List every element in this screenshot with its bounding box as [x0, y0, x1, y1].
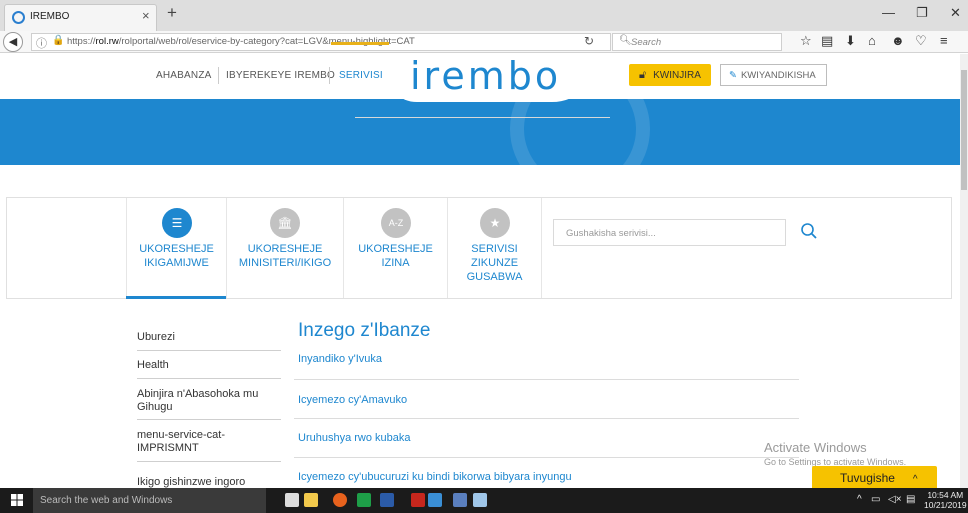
- register-button[interactable]: ✎ KWIYANDIKISHA: [720, 64, 827, 86]
- service-divider: [294, 457, 799, 458]
- tab-label: UKORESHEJE IKIGAMIJWE: [139, 243, 214, 269]
- taskbar-search-input[interactable]: Search the web and Windows: [33, 488, 266, 513]
- info-icon[interactable]: ⓘ: [36, 35, 47, 51]
- volume-icon[interactable]: ◁×: [888, 494, 902, 505]
- hero-decoration: [510, 99, 650, 165]
- list-icon: ☰: [162, 208, 192, 238]
- irembo-logo[interactable]: irembo: [410, 54, 561, 98]
- chat-icon[interactable]: ☻: [891, 33, 905, 48]
- word-icon[interactable]: [380, 493, 394, 507]
- active-tab-indicator: [126, 296, 226, 299]
- login-button[interactable]: 🔓︎ KWINJIRA: [629, 64, 711, 86]
- bookmark-star-icon[interactable]: ☆: [800, 33, 812, 49]
- tab-popular[interactable]: ★ SERIVISI ZIKUNZE GUSABWA: [448, 198, 542, 298]
- padlock-icon: 🔓︎: [639, 69, 647, 81]
- search-placeholder: Search: [631, 37, 662, 48]
- sidebar-item-health[interactable]: Health: [137, 359, 281, 379]
- pocket-icon[interactable]: ♡: [915, 33, 927, 49]
- nav-divider: [218, 67, 219, 84]
- restore-icon[interactable]: ❐: [916, 5, 928, 21]
- lock-icon: 🔒: [52, 35, 65, 46]
- login-label: KWINJIRA: [653, 70, 701, 81]
- section-title: Inzego z'Ibanze: [298, 320, 431, 341]
- firefox-icon[interactable]: [333, 493, 347, 507]
- clock[interactable]: 10:54 AM 10/21/2019: [924, 490, 967, 510]
- notifications-icon[interactable]: ▤: [906, 494, 915, 505]
- az-icon: A-Z: [381, 208, 411, 238]
- nav-about[interactable]: IBYEREKEYE IREMBO: [226, 70, 335, 81]
- tray-chevron-icon[interactable]: ^: [857, 494, 862, 505]
- star-icon: ★: [480, 208, 510, 238]
- reload-icon[interactable]: ↻: [584, 34, 594, 48]
- sidebar-item-imprismnt[interactable]: menu-service-cat-IMPRISMNT: [137, 429, 281, 462]
- tab-close-icon[interactable]: ×: [142, 8, 150, 23]
- irembo-favicon-icon: [12, 11, 25, 24]
- service-search-input[interactable]: Gushakisha serivisi...: [553, 219, 786, 246]
- search-icon[interactable]: [800, 222, 818, 240]
- network-app-icon[interactable]: [453, 493, 467, 507]
- minimize-icon[interactable]: —: [882, 5, 895, 20]
- edit-icon: ✎: [729, 70, 737, 81]
- divider-line: [355, 117, 610, 118]
- tab-by-name[interactable]: A-Z UKORESHEJE IZINA: [344, 198, 448, 298]
- service-link[interactable]: Icyemezo cy'ubucuruzi ku bindi bikorwa b…: [298, 471, 572, 483]
- sidebar-item-immigration[interactable]: Abinjira n'Abasohoka mu Gihugu: [137, 388, 281, 420]
- nav-home[interactable]: AHABANZA: [156, 70, 212, 81]
- tab-label: UKORESHEJE MINISITERI/IKIGO: [238, 243, 332, 269]
- store-icon[interactable]: [285, 493, 299, 507]
- pen-app-icon[interactable]: [473, 493, 487, 507]
- search-icon: 🔍︎: [619, 35, 632, 46]
- new-tab-button[interactable]: +: [167, 3, 177, 23]
- browser-search-input[interactable]: 🔍︎ Search: [612, 33, 782, 51]
- tab-label: SERIVISI ZIKUNZE GUSABWA: [466, 243, 523, 283]
- building-icon: 🏛︎: [270, 208, 300, 238]
- service-link[interactable]: Uruhushya rwo kubaka: [298, 432, 411, 444]
- windows-taskbar: Search the web and Windows ^ ▭ ◁× ▤ 10:5…: [0, 488, 968, 513]
- windows-start-icon[interactable]: [11, 494, 23, 506]
- windows-activation-watermark: Activate Windows Go to Settings to activ…: [764, 440, 906, 467]
- settings-app-icon[interactable]: [428, 493, 442, 507]
- service-link[interactable]: Inyandiko y'Ivuka: [298, 353, 382, 365]
- close-window-icon[interactable]: ✕: [950, 5, 961, 21]
- browser-tab[interactable]: IREMBO ×: [4, 4, 157, 31]
- hero-banner: [0, 99, 960, 165]
- watermark-line1: Activate Windows: [764, 440, 867, 455]
- nav-active-indicator: [331, 42, 389, 45]
- tab-label: UKORESHEJE IZINA: [358, 243, 433, 269]
- file-explorer-icon[interactable]: [304, 493, 318, 507]
- acrobat-icon[interactable]: [411, 493, 425, 507]
- help-label: Tuvugishe: [840, 471, 895, 485]
- battery-icon[interactable]: ▭: [871, 494, 880, 505]
- excel-icon[interactable]: [357, 493, 371, 507]
- browser-tab-bar: IREMBO × + — ❐ ✕: [0, 0, 968, 31]
- tab-by-purpose[interactable]: ☰ UKORESHEJE IKIGAMIJWE: [126, 198, 227, 298]
- reading-list-icon[interactable]: ▤: [821, 33, 833, 49]
- tab-title: IREMBO: [30, 11, 70, 22]
- clock-time: 10:54 AM: [927, 490, 964, 500]
- nav-divider: [329, 67, 330, 84]
- menu-icon[interactable]: ≡: [940, 33, 948, 48]
- service-divider: [294, 379, 799, 380]
- download-icon[interactable]: ⬇: [845, 33, 856, 49]
- register-label: KWIYANDIKISHA: [740, 70, 816, 81]
- category-tabs: ☰ UKORESHEJE IKIGAMIJWE 🏛︎ UKORESHEJE MI…: [6, 197, 952, 299]
- chevron-up-icon: ^: [912, 474, 918, 485]
- home-icon[interactable]: ⌂: [868, 33, 876, 48]
- service-divider: [294, 418, 799, 419]
- sidebar-item-education[interactable]: Uburezi: [137, 331, 281, 351]
- back-arrow-icon[interactable]: ◀: [3, 32, 23, 52]
- clock-date: 10/21/2019: [924, 500, 967, 510]
- url-bar[interactable]: ⓘ 🔒 https://rol.rw/rolportal/web/rol/ese…: [31, 33, 611, 51]
- tab-by-ministry[interactable]: 🏛︎ UKORESHEJE MINISITERI/IKIGO: [227, 198, 344, 298]
- chat-help-button[interactable]: Tuvugishe ^: [812, 466, 937, 490]
- service-link[interactable]: Icyemezo cy'Amavuko: [298, 394, 407, 406]
- scrollbar-thumb[interactable]: [961, 70, 967, 190]
